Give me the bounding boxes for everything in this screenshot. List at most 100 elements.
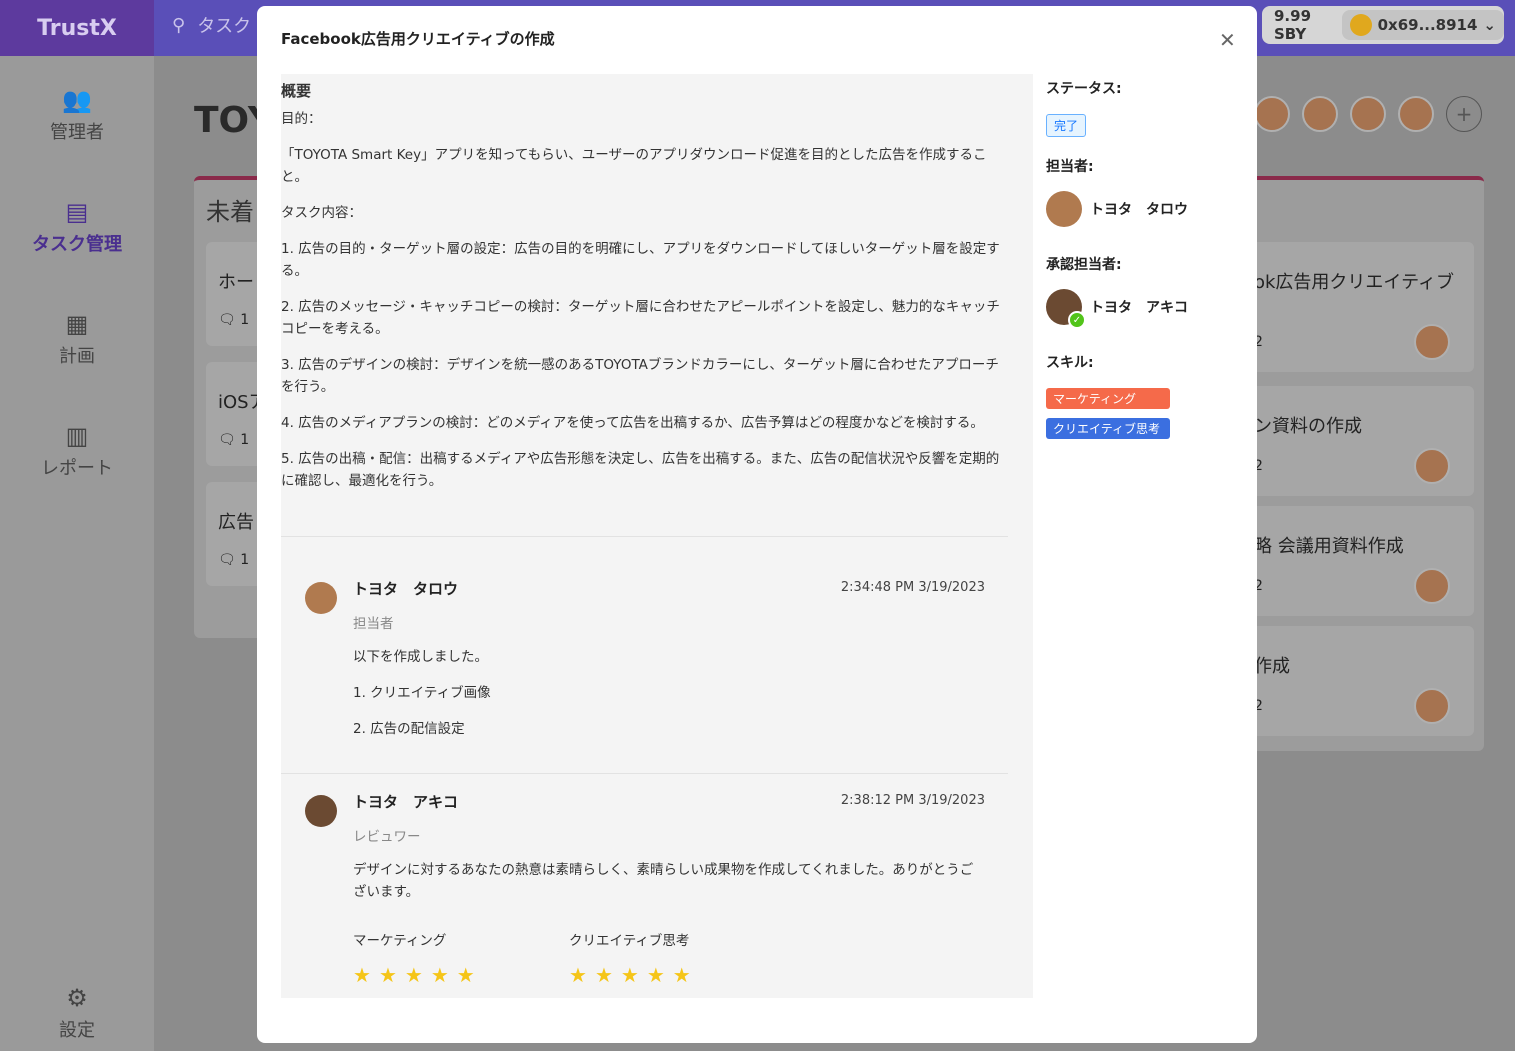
star-icon: ★ [672,963,691,987]
star-icon: ★ [569,963,587,987]
add-member-button[interactable]: + [1446,96,1482,132]
status-badge: 完了 [1046,114,1087,137]
skill-rating: クリエイティブ思考 ★ ★ ★ ★ ★ [569,929,785,987]
sidebar-item-label: タスク管理 [32,234,122,255]
task-card[interactable]: ok広告用クリエイティブ 2 [1244,242,1474,372]
task-card[interactable]: 略 会議用資料作成 2 [1244,506,1474,616]
member-list: + [1254,96,1482,132]
sidebar-item-settings[interactable]: ⚙ 設定 [0,984,154,1042]
sidebar-item-admin[interactable]: 👥 管理者 [0,86,154,144]
sidebar-item-report[interactable]: ▥ レポート [0,422,154,480]
avatar [305,582,337,614]
comment-timestamp: 2:38:12 PM 3/19/2023 [840,793,985,808]
column-title: 未着 [206,198,254,226]
sidebar-item-plan[interactable]: ▦ 計画 [0,310,154,368]
users-icon: 👥 [62,86,92,114]
comment-icon: 🗨 [218,432,236,448]
wallet-address: 0x69...8914 [1377,16,1478,34]
purpose-text: 「TOYOTA Smart Key」アプリを知ってもらい、ユーザーのアプリダウン… [281,147,987,185]
avatar[interactable] [1350,96,1386,132]
task-item: 5. 広告の出稿・配信：出稿するメディアや広告形態を決定し、広告を出稿する。また… [281,451,1000,489]
approver-name: トヨタ アキコ [1090,300,1188,316]
star-icon: ★ [430,963,449,987]
task-card-title: 広告 [218,512,254,533]
task-content: 概要 目的： 「TOYOTA Smart Key」アプリを知ってもらい、ユーザー… [281,74,1033,998]
comment-body: 以下を作成しました。 1. クリエイティブ画像 2. 広告の配信設定 [353,646,985,754]
purpose-label: 目的： [281,111,322,127]
comment-author: トヨタ タロウ [353,580,459,598]
sidebar: 👥 管理者 ▤ タスク管理 ▦ 計画 ▥ レポート ⚙ 設定 [0,56,154,1051]
brand-logo[interactable]: TrustX [0,0,154,56]
wallet-address-button[interactable]: 0x69...8914 ⌄ [1341,10,1504,40]
task-item: 2. 広告のメッセージ・キャッチコピーの検討：ターゲット層に合わせたアピールポイ… [281,299,1000,337]
task-card[interactable]: ン資料の作成 2 [1244,386,1474,496]
star-icon: ★ [378,963,397,987]
gear-icon: ⚙ [66,984,88,1012]
skill-ratings: マーケティング ★ ★ ★ ★ ★ クリエイティブ思考 ★ ★ ★ ★ ★ [353,929,785,987]
approver-label: 承認担当者: [1046,257,1122,273]
star-icon: ★ [620,963,639,987]
sidebar-item-label: 管理者 [50,122,104,143]
task-item: 1. 広告の目的・ターゲット層の設定：広告の目的を明確にし、アプリをダウンロード… [281,241,1000,279]
search-placeholder: タスク [197,16,252,37]
comment-count: 🗨 1 [218,552,250,568]
comment-role: 担当者 [353,616,394,632]
task-card[interactable]: 作成 2 [1244,626,1474,736]
sidebar-item-label: レポート [41,458,113,479]
approver[interactable]: ✓ トヨタ アキコ [1046,289,1188,329]
avatar [1414,324,1450,360]
task-card-title: ン資料の作成 [1254,416,1362,437]
comment-count: 🗨 1 [218,312,250,328]
check-icon: ✓ [1068,311,1086,329]
task-card-title: ok広告用クリエイティブ [1254,272,1454,293]
avatar [1046,191,1082,227]
comment-icon: 🗨 [218,312,236,328]
search-icon: ⚲ [172,14,186,36]
task-card-title: 略 会議用資料作成 [1254,536,1404,557]
assignee-name: トヨタ タロウ [1090,202,1188,218]
skill-tag: マーケティング [1046,388,1170,409]
avatar [1414,568,1450,604]
star-icon: ★ [456,963,475,987]
star-icon: ★ [353,963,371,987]
skill-tag: クリエイティブ思考 [1046,418,1170,439]
comment-body: デザインに対するあなたの熱意は素晴らしく、素晴らしい成果物を作成してくれました。… [353,859,985,917]
comment-author: トヨタ アキコ [353,793,459,811]
divider [281,536,1008,537]
chart-icon: ▥ [65,422,89,450]
search-bar[interactable]: ⚲ タスク [172,12,251,38]
server-icon: ▤ [65,198,89,226]
task-card-title: ホー [218,272,254,293]
assignee[interactable]: トヨタ タロウ [1046,191,1188,227]
comment-line: 1. クリエイティブ画像 [353,685,491,701]
coin-icon [1349,14,1372,36]
comment-item: トヨタ タロウ 2:34:48 PM 3/19/2023 担当者 以下を作成しま… [305,578,985,758]
assignee-label: 担当者: [1046,159,1094,175]
wallet-widget[interactable]: 9.99 SBY 0x69...8914 ⌄ [1262,6,1504,44]
tasks-label: タスク内容： [281,205,362,221]
comment-timestamp: 2:34:48 PM 3/19/2023 [840,580,985,595]
rating-skill-label: マーケティング [353,933,447,949]
comment-line: 以下を作成しました。 [353,649,488,665]
avatar[interactable] [1254,96,1290,132]
avatar [305,795,337,827]
wallet-balance: 9.99 SBY [1274,7,1312,43]
avatar: ✓ [1046,289,1086,329]
avatar[interactable] [1302,96,1338,132]
comment-icon: 🗨 [218,552,236,568]
status-label: ステータス: [1046,81,1122,97]
comment-line: デザインに対するあなたの熱意は素晴らしく、素晴らしい成果物を作成してくれました。… [353,862,974,900]
comment-line: 2. 広告の配信設定 [353,721,465,737]
avatar [1414,688,1450,724]
task-item: 3. 広告のデザインの検討：デザインを統一感のあるTOYOTAブランドカラーにし… [281,357,999,395]
rating-skill-label: クリエイティブ思考 [569,933,690,949]
task-overview: 概要 目的： 「TOYOTA Smart Key」アプリを知ってもらい、ユーザー… [281,80,1008,506]
overview-heading: 概要 [281,82,312,100]
avatar [1414,448,1450,484]
sidebar-item-tasks[interactable]: ▤ タスク管理 [0,198,154,256]
close-icon[interactable]: ✕ [1219,28,1236,52]
star-icon: ★ [404,963,423,987]
divider [281,773,1008,774]
calendar-icon: ▦ [65,310,89,338]
avatar[interactable] [1398,96,1434,132]
